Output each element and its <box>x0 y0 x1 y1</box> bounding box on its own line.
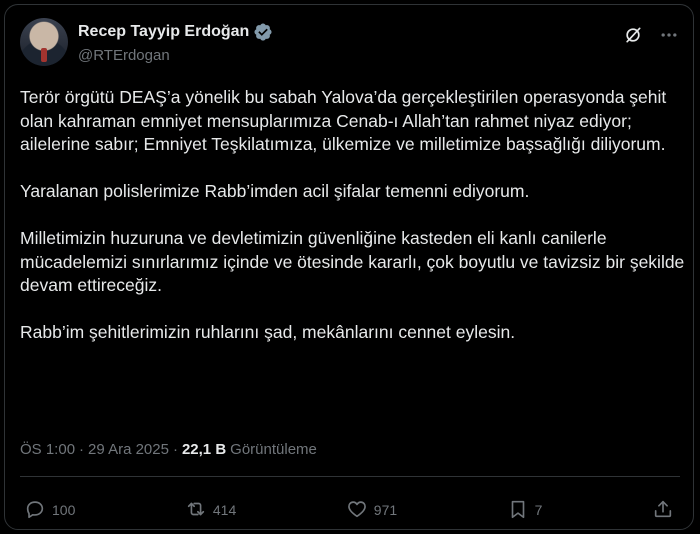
share-button[interactable] <box>652 498 674 523</box>
tweet-header: Recep Tayyip Erdoğan @RTErdogan <box>20 18 680 72</box>
tweet-paragraph: Rabb’im şehitlerimizin ruhlarını şad, me… <box>20 322 516 342</box>
action-bar: 100 414 971 7 <box>24 494 674 526</box>
bookmark-count: 7 <box>534 502 543 518</box>
like-button[interactable]: 971 <box>346 498 397 523</box>
verified-badge-icon <box>253 22 273 42</box>
heart-icon <box>346 498 368 523</box>
avatar[interactable] <box>20 18 68 66</box>
views-label: Görüntüleme <box>230 441 317 458</box>
views-count: 22,1 B <box>181 441 227 458</box>
tweet-time[interactable]: ÖS 1:00 <box>20 441 75 458</box>
repost-icon <box>185 498 207 523</box>
header-actions <box>622 24 680 46</box>
reply-icon <box>24 498 46 523</box>
tweet-paragraph: Terör örgütü DEAŞ’a yönelik bu sabah Yal… <box>20 87 667 154</box>
author-handle[interactable]: @RTErdogan <box>78 47 170 64</box>
bookmark-button[interactable]: 7 <box>507 498 543 523</box>
bookmark-icon <box>507 498 529 523</box>
grok-icon[interactable] <box>622 24 644 46</box>
meta-separator: · <box>172 441 178 458</box>
author-name[interactable]: Recep Tayyip Erdoğan <box>78 23 249 41</box>
reply-count: 100 <box>52 502 76 518</box>
tweet-meta: ÖS 1:00 · 29 Ara 2025 · 22,1 B Görüntüle… <box>20 441 317 458</box>
share-icon <box>652 498 674 523</box>
author-name-row: Recep Tayyip Erdoğan <box>78 22 273 42</box>
tweet-date[interactable]: 29 Ara 2025 <box>88 441 169 458</box>
reply-button[interactable]: 100 <box>24 498 75 523</box>
repost-button[interactable]: 414 <box>185 498 236 523</box>
repost-count: 414 <box>212 502 237 518</box>
like-count: 971 <box>373 502 398 518</box>
divider <box>20 476 680 477</box>
tweet-paragraph: Milletimizin huzuruna ve devletimizin gü… <box>20 228 685 295</box>
meta-separator: · <box>79 441 85 458</box>
more-options-icon[interactable] <box>658 24 680 46</box>
tweet-paragraph: Yaralanan polislerimize Rabb’imden acil … <box>20 181 530 201</box>
tweet-text: Terör örgütü DEAŞ’a yönelik bu sabah Yal… <box>20 86 685 368</box>
